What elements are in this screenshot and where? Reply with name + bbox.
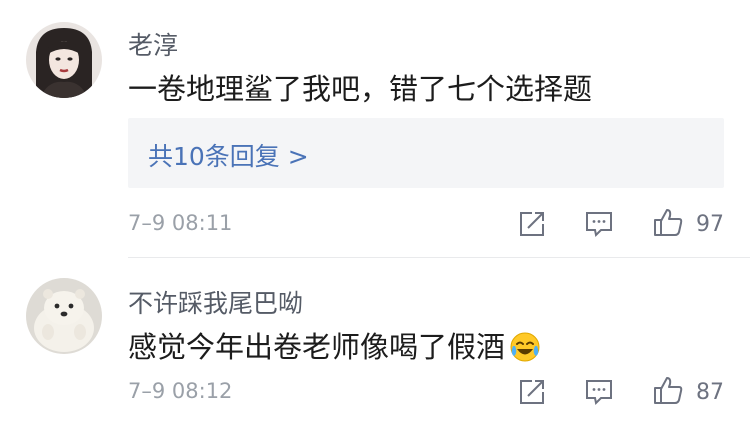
- comment-icon[interactable]: [584, 210, 614, 238]
- comment-text: 感觉今年出卷老师像喝了假酒: [128, 324, 541, 370]
- like-count: 97: [696, 212, 724, 237]
- avatar[interactable]: [26, 278, 102, 354]
- username[interactable]: 不许踩我尾巴呦: [128, 284, 303, 320]
- timestamp: 7–9 08:11: [128, 211, 233, 235]
- share-icon[interactable]: [518, 378, 546, 406]
- avatar[interactable]: [26, 22, 102, 98]
- laughing-crying-emoji-icon: [509, 331, 541, 370]
- comment-icon[interactable]: [584, 378, 614, 406]
- view-replies-link[interactable]: 共10条回复 >: [148, 137, 309, 173]
- timestamp: 7–9 08:12: [128, 379, 233, 403]
- comment-text-content: 感觉今年出卷老师像喝了假酒: [128, 330, 506, 364]
- thumbs-up-icon[interactable]: [652, 374, 684, 406]
- comment-text: 一卷地理鲨了我吧，错了七个选择题: [128, 72, 593, 106]
- thumbs-up-icon[interactable]: [652, 206, 684, 238]
- reply-box[interactable]: 共10条回复 >: [128, 118, 724, 188]
- username[interactable]: 老淳: [128, 26, 178, 62]
- share-icon[interactable]: [518, 210, 546, 238]
- comment-item: 老淳 一卷地理鲨了我吧，错了七个选择题 共10条回复 > 7–9 08:11 9…: [0, 0, 750, 258]
- like-count: 87: [696, 380, 724, 405]
- comment-item: 不许踩我尾巴呦 感觉今年出卷老师像喝了假酒 7–9 08:12 87: [0, 258, 750, 423]
